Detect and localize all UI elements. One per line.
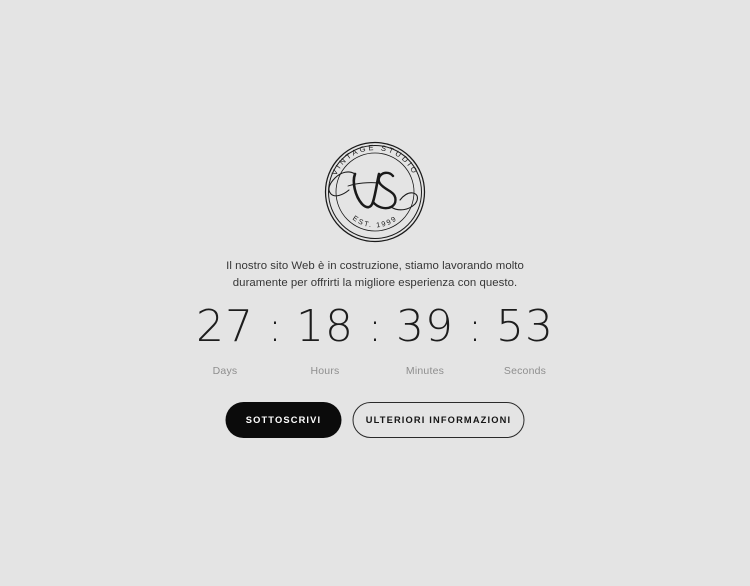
label-spacer [463,365,487,377]
countdown-minutes-label: Minutes [405,365,445,377]
learn-more-button[interactable]: ULTERIORI INFORMAZIONI [352,402,525,438]
vintage-studio-logo: VINTAGE STUDIO EST. 1999 [315,138,435,246]
countdown-seconds-label: Seconds [503,365,547,377]
subscribe-button[interactable]: SOTTOSCRIVI [225,402,342,438]
countdown-separator: : [368,305,382,351]
intro-line-1: Il nostro sito Web è in costruzione, sti… [226,260,524,272]
label-spacer [263,365,287,377]
label-spacer [363,365,387,377]
intro-paragraph: Il nostro sito Web è in costruzione, sti… [225,258,525,292]
countdown-separator: : [268,305,282,351]
intro-line-2: duramente per offrirti la migliore esper… [232,277,518,289]
countdown-timer: 27 : 18 : 39 : 53 [165,300,585,355]
coming-soon-page: VINTAGE STUDIO EST. 1999 Il nostro sito [0,0,750,586]
logo-monogram [328,171,418,211]
countdown-minutes-value: 39 [396,301,454,352]
countdown-seconds-value: 53 [496,301,554,352]
countdown-labels: Days Hours Minutes Seconds [165,365,585,377]
vintage-studio-badge-icon: VINTAGE STUDIO EST. 1999 [324,141,426,243]
logo-arc-top-text: VINTAGE STUDIO [330,143,420,177]
cta-button-group: SOTTOSCRIVI ULTERIORI INFORMAZIONI [225,402,525,438]
countdown-separator: : [468,305,482,351]
countdown-days-label: Days [212,365,238,377]
countdown-hours-value: 18 [296,301,354,352]
countdown-days-value: 27 [196,301,254,352]
countdown-hours-label: Hours [310,365,340,377]
